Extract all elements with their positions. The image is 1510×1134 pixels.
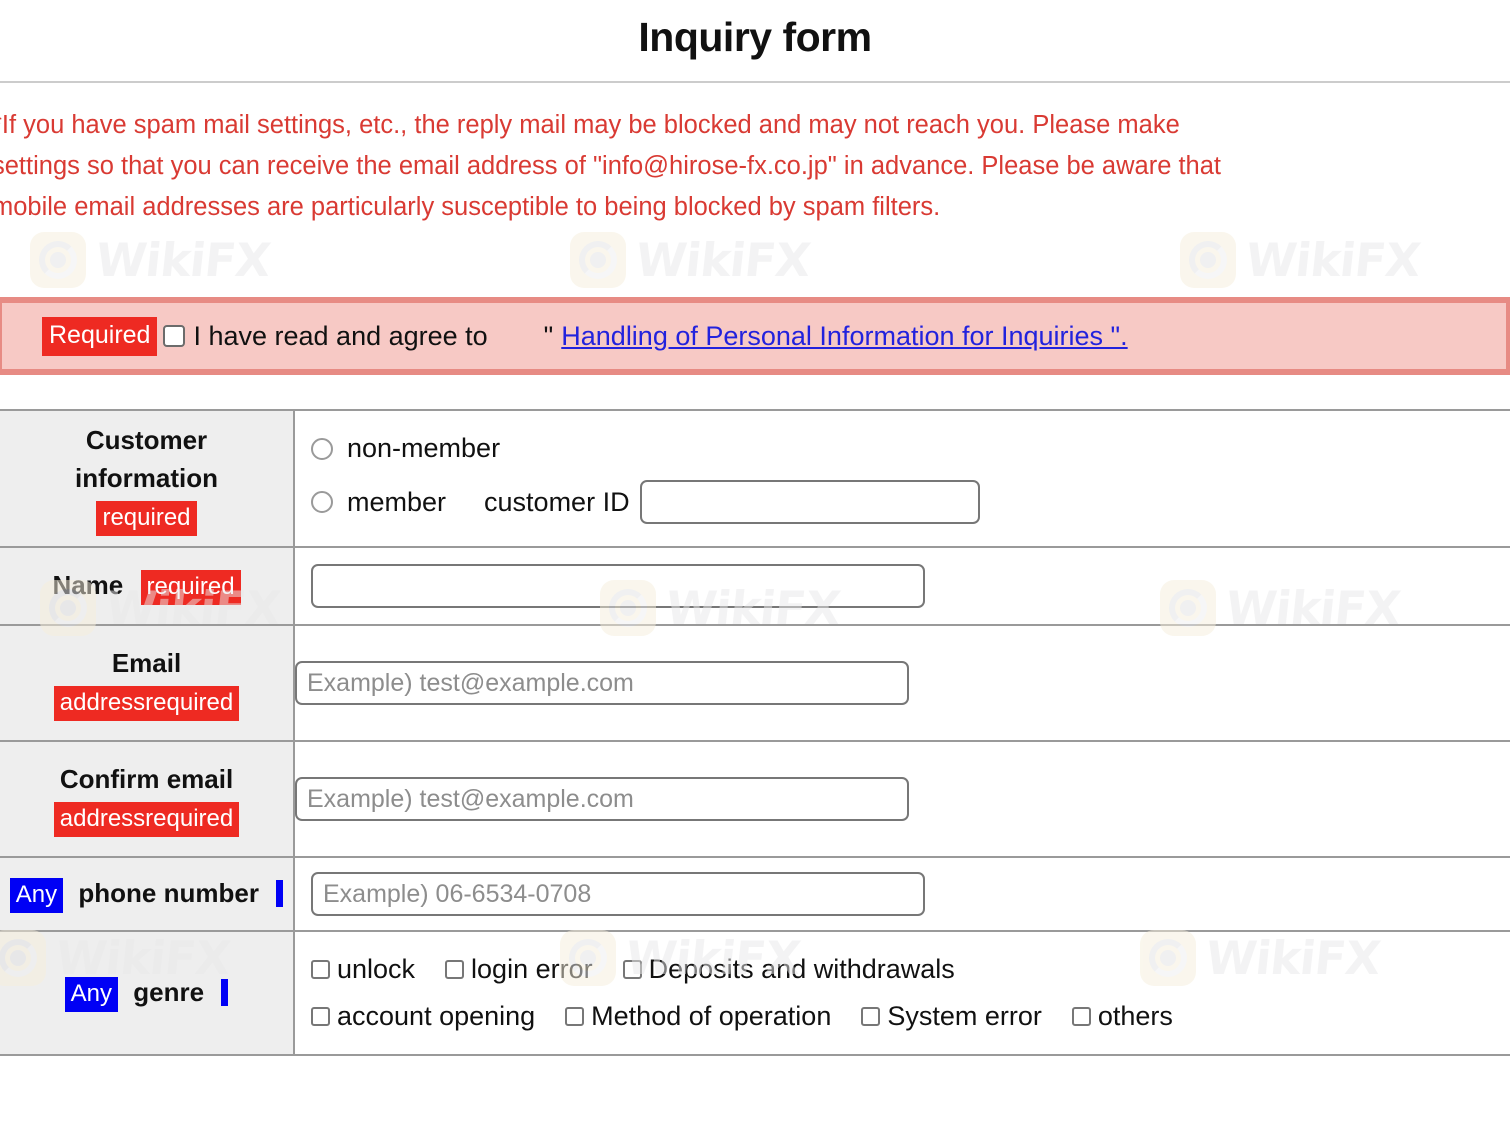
checkbox-icon[interactable] [1071, 1007, 1091, 1026]
row-label-text: Email [111, 648, 182, 678]
row-label-text: Name [52, 570, 124, 600]
wikifx-watermark-text: WikiFX [633, 233, 813, 287]
required-badge: addressrequired [53, 802, 240, 837]
row-label-line2: information [75, 462, 218, 493]
checkbox-icon[interactable] [445, 960, 465, 979]
agreement-label: I have read and agree to [193, 320, 488, 351]
wikifx-logo-icon [570, 232, 626, 288]
table-row-name: Name required [0, 546, 1510, 626]
genre-label: Method of operation [591, 1001, 832, 1031]
checkbox-icon[interactable] [311, 960, 330, 979]
row-field-genre: unlock login error Deposits and withdraw… [294, 930, 1510, 1056]
radio-member-label: member [347, 486, 447, 517]
spam-notice-line-1: *If you have spam mail settings, etc., t… [0, 111, 1180, 139]
radio-option-non-member[interactable]: non-member [311, 433, 1510, 464]
checkbox-icon[interactable] [311, 1007, 330, 1026]
any-badge: Any [9, 878, 64, 913]
checkbox-icon[interactable] [861, 1007, 881, 1026]
required-badge: required [140, 570, 241, 605]
agreement-quote-open: " [543, 320, 554, 351]
table-row-email: Email addressrequired [0, 624, 1510, 742]
table-row-genre: Any genre unlock login error Deposits an… [0, 930, 1510, 1056]
radio-member-icon[interactable] [311, 491, 333, 513]
personal-information-handling-link[interactable]: Handling of Personal Information for Inq… [561, 321, 1127, 352]
row-field-name [294, 546, 1510, 626]
row-field-confirm-email [294, 740, 1510, 858]
checkbox-icon[interactable] [622, 960, 642, 979]
genre-checkbox-deposits-and-withdrawals[interactable]: Deposits and withdrawals [622, 954, 955, 985]
genre-label: login error [471, 954, 593, 984]
wikifx-watermark: WikiFX [30, 232, 273, 288]
agreement-required-badge: Required [42, 316, 158, 356]
wikifx-watermark-text: WikiFX [93, 233, 273, 287]
row-label-text: Confirm email [59, 764, 234, 794]
row-label-genre: Any genre [0, 930, 295, 1056]
row-label-line1: Customer [85, 424, 208, 455]
row-label-text: genre [133, 977, 205, 1007]
inquiry-form-table: Customer information required non-member… [0, 409, 1510, 1056]
customer-id-label: customer ID [484, 486, 630, 517]
agreement-checkbox[interactable] [163, 325, 186, 347]
genre-checkbox-system-error[interactable]: System error [861, 1001, 1042, 1032]
genre-label: others [1097, 1001, 1173, 1031]
required-badge: addressrequired [53, 686, 240, 721]
genre-label: unlock [337, 954, 416, 984]
genre-checkbox-others[interactable]: others [1071, 1001, 1173, 1032]
customer-id-input[interactable] [639, 480, 980, 524]
row-label-email: Email addressrequired [0, 624, 295, 742]
genre-label: System error [887, 1001, 1042, 1031]
row-label-customer-information: Customer information required [0, 409, 295, 548]
genre-label: Deposits and withdrawals [648, 954, 955, 984]
required-badge: required [96, 500, 197, 536]
spam-notice: *If you have spam mail settings, etc., t… [0, 83, 1510, 228]
wikifx-watermark: WikiFX [570, 232, 813, 288]
radio-option-member[interactable]: member customer ID [311, 480, 1510, 524]
wikifx-watermark: WikiFX [1180, 232, 1423, 288]
row-label-confirm-email: Confirm email addressrequired [0, 740, 295, 858]
row-field-email [294, 624, 1510, 742]
email-input[interactable] [295, 661, 909, 705]
row-label-text: phone number [78, 878, 259, 908]
table-row-confirm-email: Confirm email addressrequired [0, 740, 1510, 858]
table-row-customer-information: Customer information required non-member… [0, 409, 1510, 548]
wikifx-logo-icon [1180, 232, 1236, 288]
genre-checkbox-login-error[interactable]: login error [445, 954, 593, 985]
genre-checkbox-unlock[interactable]: unlock [311, 954, 415, 985]
radio-non-member-label: non-member [347, 433, 501, 463]
genre-checkbox-row-1: unlock login error Deposits and withdraw… [311, 954, 1510, 985]
spam-notice-line-2: settings so that you can receive the ema… [0, 152, 1221, 180]
genre-checkbox-method-of-operation[interactable]: Method of operation [565, 1001, 831, 1032]
wikifx-watermark-text: WikiFX [1243, 233, 1423, 287]
any-badge: Any [64, 977, 119, 1012]
blue-marker-bar [221, 979, 229, 1006]
row-label-name: Name required [0, 546, 295, 626]
name-input[interactable] [311, 564, 925, 608]
genre-checkbox-row-2: account opening Method of operation Syst… [311, 1001, 1510, 1032]
wikifx-logo-icon [30, 232, 86, 288]
phone-number-input[interactable] [311, 872, 925, 916]
row-field-customer-information: non-member member customer ID [294, 409, 1510, 548]
radio-non-member-icon[interactable] [311, 437, 333, 460]
table-row-phone-number: Any phone number [0, 856, 1510, 932]
page-title: Inquiry form [638, 14, 872, 60]
checkbox-icon[interactable] [565, 1007, 585, 1026]
row-label-phone-number: Any phone number [0, 856, 295, 932]
spam-notice-line-3: mobile email addresses are particularly … [0, 193, 941, 221]
confirm-email-input[interactable] [295, 777, 909, 821]
genre-label: account opening [337, 1001, 536, 1031]
blue-marker-bar [276, 880, 284, 907]
agreement-banner: Required I have read and agree to " Hand… [0, 297, 1510, 375]
row-field-phone-number [294, 856, 1510, 932]
genre-checkbox-account-opening[interactable]: account opening [311, 1001, 535, 1032]
